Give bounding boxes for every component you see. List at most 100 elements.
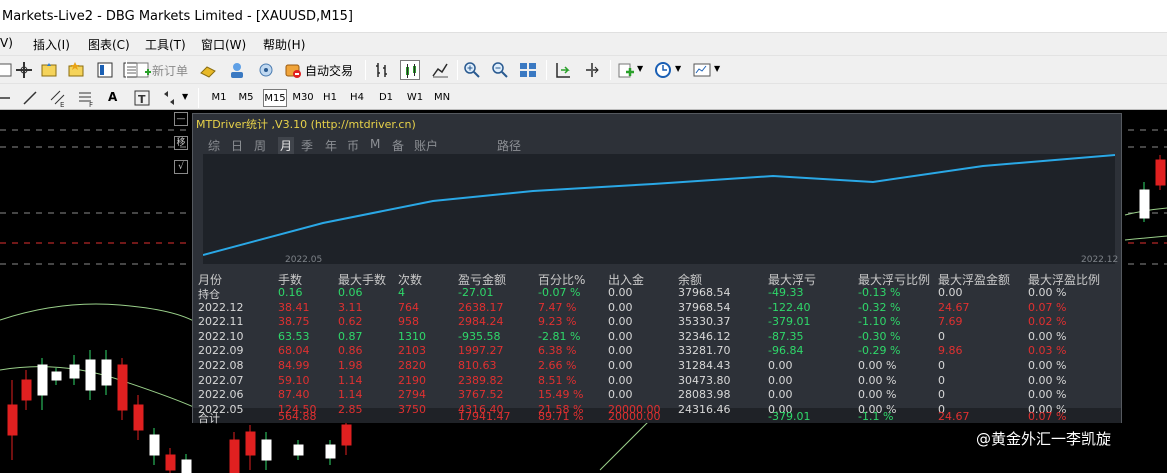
profiles-icon[interactable] — [39, 60, 59, 80]
timeframe-m1-button[interactable]: M1 — [209, 89, 229, 107]
mtdriver-stats-panel: MTDriver统计 ,V3.10 (http://mtdriver.cn) 综… — [192, 113, 1122, 425]
stats-cell: 0.02 % — [1028, 315, 1067, 329]
stats-cell: 24.67 — [938, 300, 970, 314]
auto-trading-button[interactable]: 自动交易 — [305, 62, 353, 79]
stats-cell: 89.71 % — [538, 410, 584, 423]
candlestick-chart-icon[interactable] — [400, 60, 420, 80]
line-studies-toolbar: E F A T ▼ M1 M5 M15 M30 H1 H4 D1 W1 MN — [0, 83, 1167, 110]
signals-radio-icon[interactable] — [256, 60, 276, 80]
candle-body — [149, 434, 160, 456]
templates-icon[interactable] — [692, 60, 712, 80]
stats-cell: 9.86 — [938, 344, 963, 358]
chart-side-button[interactable]: 移 — [174, 136, 188, 150]
horizontal-line-icon[interactable] — [0, 88, 12, 108]
zoom-in-icon[interactable] — [462, 60, 482, 80]
stats-tab[interactable]: 月 — [278, 137, 295, 154]
menu-item[interactable]: 窗口(W) — [201, 36, 246, 53]
periods-clock-icon[interactable] — [653, 60, 673, 80]
stats-tab[interactable]: 日 — [231, 137, 243, 154]
gold-bars-icon[interactable] — [198, 60, 218, 80]
bar-chart-icon[interactable] — [372, 60, 392, 80]
stats-cell: 7.69 — [938, 315, 963, 329]
stats-cell: 8.51 % — [538, 373, 577, 387]
market-watch-icon[interactable] — [95, 60, 115, 80]
text-label-icon[interactable]: T — [132, 88, 152, 108]
stats-tab[interactable]: 账户 — [414, 137, 438, 154]
zoom-out-icon[interactable] — [490, 60, 510, 80]
text-tool-button[interactable]: A — [108, 90, 117, 104]
fibonacci-icon[interactable]: F — [76, 88, 96, 108]
stats-cell: 0.00 — [608, 373, 633, 387]
stats-tab[interactable]: M — [370, 137, 380, 151]
stats-cell: 38.75 — [278, 315, 310, 329]
line-chart-icon[interactable] — [430, 60, 450, 80]
stats-tab[interactable]: 季 — [301, 137, 313, 154]
stats-cell: 38.41 — [278, 300, 310, 314]
stats-cell: 0.86 — [338, 344, 363, 358]
new-chart-icon[interactable] — [0, 60, 14, 80]
menu-item[interactable]: 插入(I) — [33, 36, 70, 53]
stats-cell: 68.04 — [278, 344, 310, 358]
arrows-shapes-icon[interactable] — [160, 88, 180, 108]
stats-cell: 0 — [938, 373, 945, 387]
indicators-dropdown-icon[interactable]: ▼ — [637, 64, 643, 73]
timeframe-h1-button[interactable]: H1 — [322, 89, 338, 107]
window-title: Markets-Live2 - DBG Markets Limited - [X… — [2, 9, 353, 24]
new-order-icon[interactable] — [133, 60, 153, 80]
stats-cell: 20000.00 — [608, 410, 661, 423]
stats-cell: 0.87 — [338, 329, 363, 343]
timeframe-mn-button[interactable]: MN — [432, 89, 452, 107]
stats-tab[interactable]: 备 — [392, 137, 404, 154]
stats-row: 2022.08 84.99 1.98 2820 810.63 2.66 % 0.00 3128… — [197, 359, 1119, 373]
equidistant-channel-icon[interactable]: E — [48, 88, 68, 108]
stats-tab[interactable]: 周 — [254, 137, 266, 154]
templates-dropdown-icon[interactable]: ▼ — [714, 64, 720, 73]
indicators-add-icon[interactable] — [616, 60, 636, 80]
tile-windows-icon[interactable] — [518, 60, 538, 80]
menu-item[interactable]: 图表(C) — [88, 36, 130, 53]
menu-item[interactable]: 工具(T) — [145, 36, 186, 53]
periods-dropdown-icon[interactable]: ▼ — [675, 64, 681, 73]
shapes-dropdown-icon[interactable]: ▼ — [182, 92, 188, 101]
panel-title: MTDriver统计 ,V3.10 (http://mtdriver.cn) — [196, 118, 416, 131]
auto-trading-icon[interactable] — [283, 60, 303, 80]
new-order-button[interactable]: 新订单 — [152, 62, 188, 79]
timeframe-d1-button[interactable]: D1 — [378, 89, 394, 107]
stats-cell: 84.99 — [278, 359, 310, 372]
menu-item[interactable]: V) — [0, 36, 13, 50]
stats-tab[interactable]: 路径 — [497, 137, 521, 154]
crosshair-move-icon[interactable] — [14, 60, 34, 80]
graph-start-label: 2022.05 — [285, 255, 323, 265]
stats-cell: 2820 — [398, 359, 426, 372]
stats-tab[interactable]: 币 — [347, 137, 359, 154]
stats-cell: 3767.52 — [458, 388, 504, 402]
graph-end-label: 2022.12 — [1081, 255, 1119, 265]
stats-row: 2022.11 38.75 0.62 958 2984.24 9.23 % 0.00 3533… — [197, 315, 1119, 329]
candle-body — [165, 454, 176, 471]
timeframe-m15-button[interactable]: M15 — [263, 89, 287, 107]
chart-side-button[interactable]: — — [174, 112, 188, 126]
stats-cell: 9.23 % — [538, 315, 577, 329]
stats-cell: -0.32 % — [858, 300, 901, 314]
stats-tab[interactable]: 综 — [208, 137, 220, 154]
stats-cell: 7.47 % — [538, 300, 577, 314]
auto-scroll-icon[interactable] — [553, 60, 573, 80]
stats-tab[interactable]: 年 — [325, 137, 337, 154]
trendline-icon[interactable] — [20, 88, 40, 108]
stats-cell: -0.07 % — [538, 286, 581, 299]
account-user-icon[interactable] — [227, 60, 247, 80]
chart-side-button[interactable]: √ — [174, 160, 188, 174]
star-folder-icon[interactable] — [66, 60, 86, 80]
timeframe-m30-button[interactable]: M30 — [292, 89, 314, 107]
stats-cell: 1.14 — [338, 388, 363, 402]
stats-cell: 0 — [938, 329, 945, 343]
chart-shift-icon[interactable] — [582, 60, 602, 80]
timeframe-m5-button[interactable]: M5 — [237, 89, 255, 107]
stats-cell: -1.10 % — [858, 315, 901, 329]
candle-body — [69, 364, 80, 379]
stats-cell: 合计 — [198, 412, 220, 425]
timeframe-w1-button[interactable]: W1 — [406, 89, 424, 107]
timeframe-h4-button[interactable]: H4 — [349, 89, 365, 107]
stats-cell: 1.14 — [338, 373, 363, 387]
menu-item[interactable]: 帮助(H) — [263, 36, 305, 53]
